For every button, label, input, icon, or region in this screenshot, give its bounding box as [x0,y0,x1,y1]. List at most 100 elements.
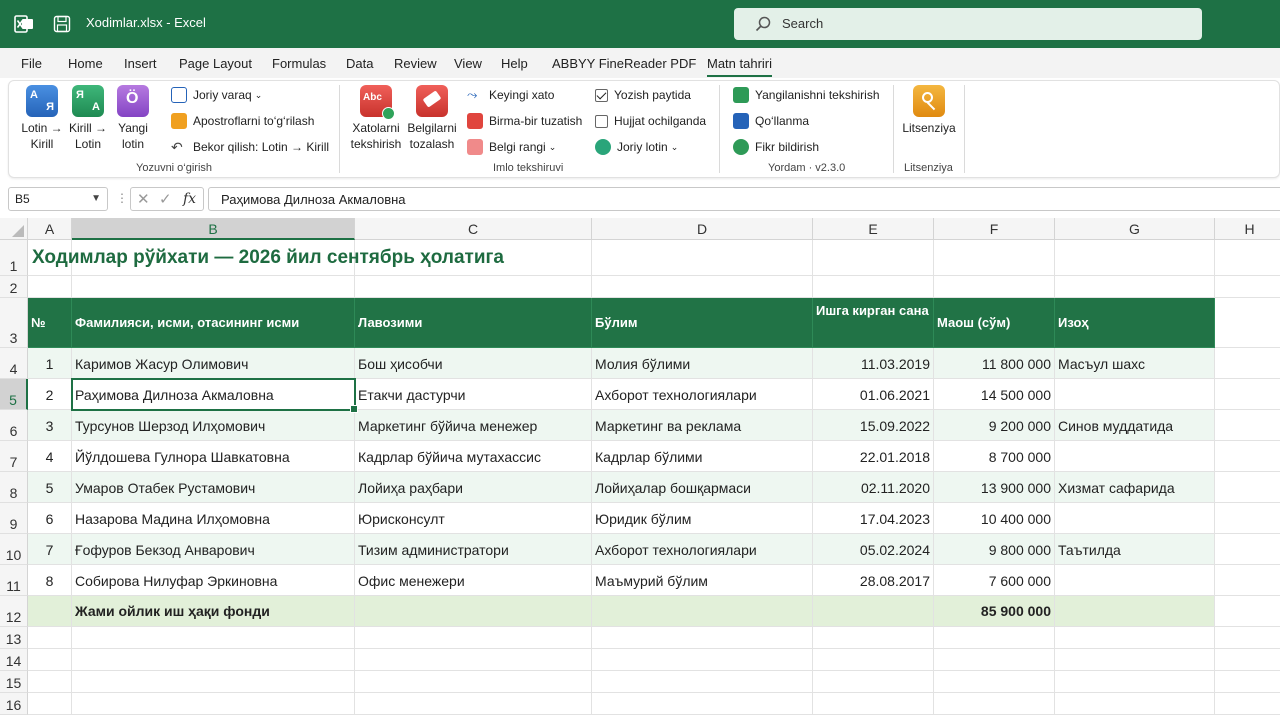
table-cell[interactable]: Етакчи дастурчи [355,379,592,410]
cell[interactable] [1055,240,1215,276]
column-header-a[interactable]: A [28,218,72,240]
table-cell[interactable]: 7 600 000 [934,565,1055,596]
table-cell[interactable]: Лойиҳа раҳбари [355,472,592,503]
row-header-4[interactable]: 4 [0,348,28,379]
cell[interactable] [1215,503,1280,534]
tab-insert[interactable]: Insert [124,56,157,71]
row-header-1[interactable]: 1 [0,240,28,276]
cell[interactable] [934,627,1055,649]
cell[interactable] [1055,276,1215,298]
total-row-cell[interactable] [355,596,592,627]
table-cell[interactable]: Молия бўлими [592,348,813,379]
cell[interactable] [355,276,592,298]
tab-review[interactable]: Review [394,56,437,71]
chevron-down-icon[interactable]: ▼ [91,193,101,204]
table-cell[interactable]: 13 900 000 [934,472,1055,503]
cell[interactable] [934,276,1055,298]
tab-file[interactable]: File [21,56,42,71]
table-cell[interactable]: 9 800 000 [934,534,1055,565]
table-header-cell[interactable]: Лавозими [355,298,592,348]
table-cell[interactable]: Тизим администратори [355,534,592,565]
column-header-c[interactable]: C [355,218,592,240]
total-value[interactable]: 85 900 000 [934,596,1055,627]
cell[interactable] [28,649,72,671]
cell[interactable] [72,276,355,298]
hujjat-ochilganda-checkbox[interactable]: Hujjat ochilganda [595,111,706,131]
total-row-cell[interactable] [592,596,813,627]
tab-view[interactable]: View [454,56,482,71]
table-cell[interactable]: 4 [28,441,72,472]
cell[interactable] [1215,565,1280,596]
table-cell[interactable]: 9 200 000 [934,410,1055,441]
cell[interactable] [934,240,1055,276]
row-header-8[interactable]: 8 [0,472,28,503]
cell[interactable] [592,671,813,693]
xatolarni-tekshirish-button[interactable]: Abc Xatolarni tekshirish [349,85,403,152]
table-cell[interactable]: Синов муддатида [1055,410,1215,441]
cell[interactable] [72,693,355,715]
row-header-11[interactable]: 11 [0,565,28,596]
cell[interactable] [592,240,813,276]
cell[interactable] [1055,627,1215,649]
table-header-cell[interactable]: Ишга кирган сана [813,298,934,348]
keyingi-xato-button[interactable]: ⤳ Keyingi xato [467,85,554,105]
cell[interactable] [1215,276,1280,298]
belgi-rangi-dropdown[interactable]: Belgi rangi ⌄ [467,137,556,157]
function-fx-icon[interactable]: fx [183,191,196,207]
table-cell[interactable]: Йўлдошева Гулнора Шавкатовна [72,441,355,472]
joriy-varaq-dropdown[interactable]: Joriy varaq ⌄ [171,85,262,105]
table-cell[interactable]: Юрисконсулт [355,503,592,534]
table-cell[interactable]: Раҳимова Дилноза Акмаловна [72,379,355,410]
sheet-title[interactable]: Ходимлар рўйхати — 2026 йил сентябрь ҳол… [32,247,504,269]
table-cell[interactable]: 11.03.2019 [813,348,934,379]
table-cell[interactable]: Умаров Отабек Рустамович [72,472,355,503]
cell[interactable] [355,627,592,649]
cell[interactable] [355,649,592,671]
cell[interactable] [1215,441,1280,472]
table-cell[interactable]: Лойиҳалар бошқармаси [592,472,813,503]
tab-abbyy[interactable]: ABBYY FineReader PDF [552,56,696,71]
row-header-10[interactable]: 10 [0,534,28,565]
total-label[interactable]: Жами ойлик иш ҳақи фонди [72,596,355,627]
cell[interactable] [28,627,72,649]
tab-help[interactable]: Help [501,56,528,71]
cell[interactable] [1215,693,1280,715]
table-header-cell[interactable]: № [28,298,72,348]
table-cell[interactable]: Таътилда [1055,534,1215,565]
table-cell[interactable] [1055,441,1215,472]
table-cell[interactable]: 15.09.2022 [813,410,934,441]
column-header-b[interactable]: B [72,218,355,240]
tab-formulas[interactable]: Formulas [272,56,326,71]
cell[interactable] [813,649,934,671]
tab-matn-tahriri[interactable]: Matn tahriri [707,56,773,77]
row-header-14[interactable]: 14 [0,649,28,671]
row-header-16[interactable]: 16 [0,693,28,715]
table-cell[interactable]: Собирова Нилуфар Эркиновна [72,565,355,596]
row-header-15[interactable]: 15 [0,671,28,693]
belgilarni-tozalash-button[interactable]: Belgilarni tozalash [407,85,457,152]
joriy-lotin-dropdown[interactable]: Joriy lotin ⌄ [595,137,678,157]
cell[interactable] [1215,596,1280,627]
table-cell[interactable]: 10 400 000 [934,503,1055,534]
select-all-corner[interactable] [0,218,28,240]
cell[interactable] [1215,348,1280,379]
formula-input[interactable]: Раҳимова Дилноза Акмаловна [208,187,1280,211]
table-cell[interactable]: 8 [28,565,72,596]
kirill-to-lotin-button[interactable]: Я A Kirill → Lotin [67,85,109,152]
table-cell[interactable]: Назарова Мадина Илҳомовна [72,503,355,534]
table-cell[interactable] [1055,379,1215,410]
table-cell[interactable]: Кадрлар бўйича мутахассис [355,441,592,472]
total-row-cell[interactable] [1055,596,1215,627]
cell[interactable] [28,671,72,693]
cell[interactable] [1055,649,1215,671]
column-header-d[interactable]: D [592,218,813,240]
table-cell[interactable]: 17.04.2023 [813,503,934,534]
table-cell[interactable]: 02.11.2020 [813,472,934,503]
table-cell[interactable]: Юридик бўлим [592,503,813,534]
table-header-cell[interactable]: Бўлим [592,298,813,348]
yozish-paytida-checkbox[interactable]: Yozish paytida [595,85,691,105]
search-box[interactable]: Search [734,8,1202,40]
cell[interactable] [934,693,1055,715]
table-cell[interactable]: Каримов Жасур Олимович [72,348,355,379]
row-header-9[interactable]: 9 [0,503,28,534]
